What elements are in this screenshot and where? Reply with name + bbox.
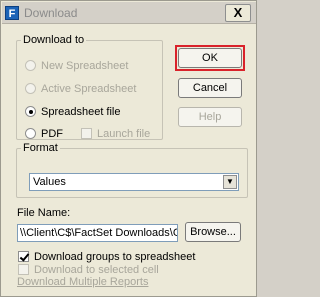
download-multiple-reports-link[interactable]: Download Multiple Reports xyxy=(17,276,148,288)
dropdown-arrow-icon[interactable]: ▼ xyxy=(223,175,237,189)
format-select[interactable]: Values ▼ xyxy=(29,173,239,191)
help-button[interactable]: Help xyxy=(178,107,242,127)
option-spreadsheet-file[interactable]: Spreadsheet file xyxy=(25,105,121,119)
download-dialog: F Download X Download to New Spreadsheet… xyxy=(0,0,257,297)
file-name-input[interactable]: \\Client\C$\FactSet Downloads\GT H xyxy=(17,224,178,242)
download-groups-label: Download groups to spreadsheet xyxy=(34,251,196,263)
download-groups-option[interactable]: Download groups to spreadsheet xyxy=(18,250,195,264)
radio-pdf[interactable] xyxy=(25,128,36,139)
option-label: PDF xyxy=(41,128,63,140)
radio-spreadsheet-file[interactable] xyxy=(25,106,36,117)
radio-new-spreadsheet[interactable] xyxy=(25,60,36,71)
download-to-legend: Download to xyxy=(23,34,85,46)
launch-file-checkbox[interactable] xyxy=(81,128,92,139)
download-groups-checkbox[interactable] xyxy=(18,251,29,262)
radio-active-spreadsheet[interactable] xyxy=(25,83,36,94)
format-legend: Format xyxy=(23,142,58,154)
launch-file-option[interactable]: Launch file xyxy=(81,127,150,141)
download-to-selected-cell-checkbox[interactable] xyxy=(18,264,29,275)
close-button[interactable]: X xyxy=(225,4,251,22)
option-label: Active Spreadsheet xyxy=(41,83,137,95)
download-to-selected-cell-option[interactable]: Download to selected cell xyxy=(18,263,159,277)
format-selected-value: Values xyxy=(33,176,66,188)
browse-button[interactable]: Browse... xyxy=(185,222,241,242)
option-pdf[interactable]: PDF xyxy=(25,127,63,141)
download-to-selected-cell-label: Download to selected cell xyxy=(34,264,159,276)
dialog-title: Download xyxy=(24,6,78,20)
factset-app-icon: F xyxy=(5,6,19,20)
title-bar[interactable]: F Download X xyxy=(2,2,256,24)
option-active-spreadsheet[interactable]: Active Spreadsheet xyxy=(25,82,136,96)
download-to-group: Download to New Spreadsheet Active Sprea… xyxy=(16,34,163,140)
file-name-label: File Name: xyxy=(17,207,71,219)
cancel-button[interactable]: Cancel xyxy=(178,78,242,98)
format-group: Format Values ▼ xyxy=(16,142,248,198)
launch-file-label: Launch file xyxy=(97,128,151,140)
option-new-spreadsheet[interactable]: New Spreadsheet xyxy=(25,59,128,73)
ok-button[interactable]: OK xyxy=(178,48,242,68)
option-label: New Spreadsheet xyxy=(41,60,129,72)
option-label: Spreadsheet file xyxy=(41,106,121,118)
